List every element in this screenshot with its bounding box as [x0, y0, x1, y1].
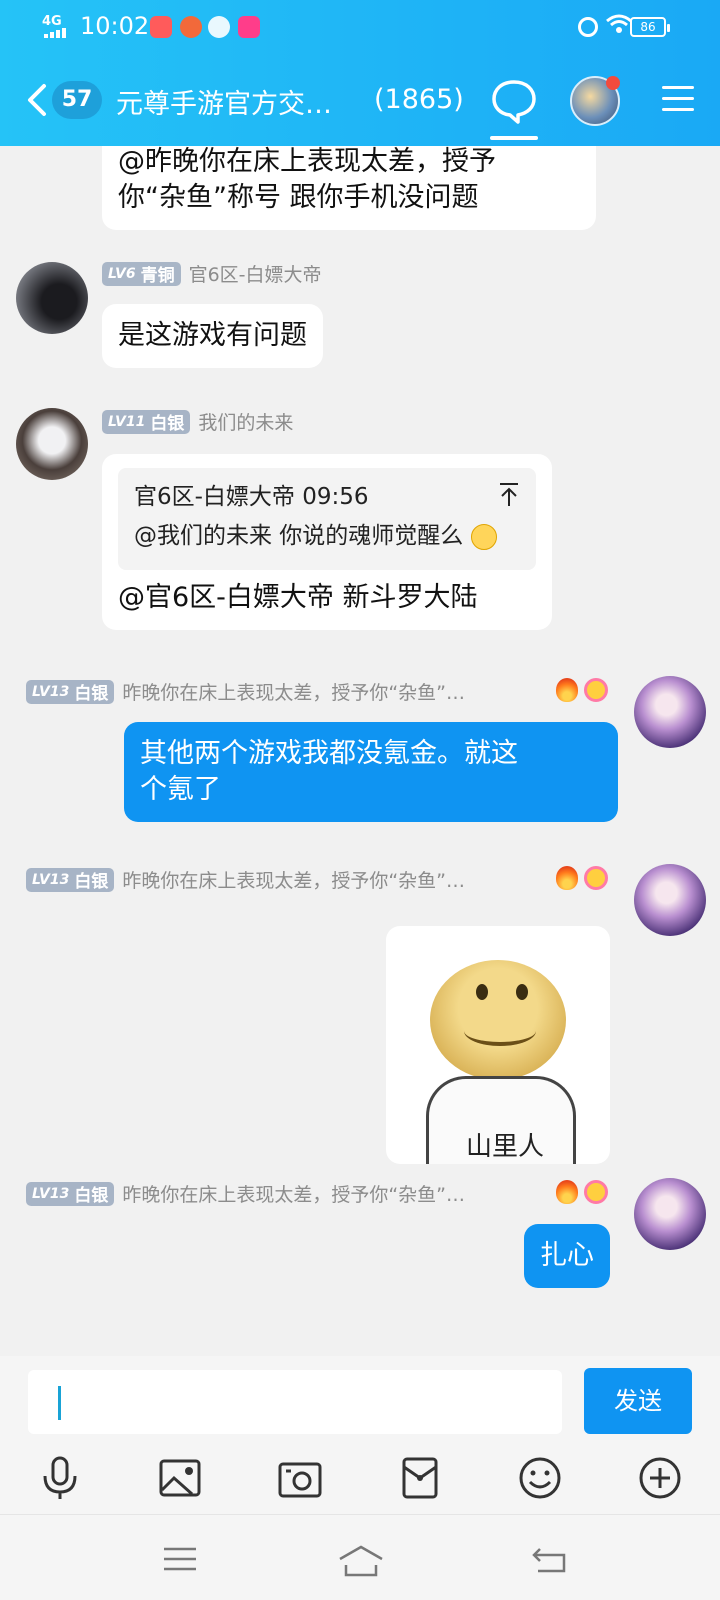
message-text: 是这游戏有问题 — [118, 320, 307, 351]
text-caret — [58, 1386, 61, 1420]
sender-title: 昨晚你在床上表现太差，授予你“杂鱼”… — [122, 1184, 465, 1206]
menu-icon[interactable] — [160, 1541, 200, 1577]
signal-icon — [44, 28, 66, 38]
back-icon[interactable] — [530, 1541, 570, 1577]
alarm-icon — [578, 17, 598, 37]
avatar[interactable] — [634, 676, 706, 748]
chat-bubble-icon — [492, 80, 536, 124]
message-list[interactable]: @昨晚你在床上表现太差，授予 你“杂鱼”称号 跟你手机没问题 LV6 青铜 官6区… — [0, 146, 720, 1356]
message-meta: LV13 白银 昨晚你在床上表现太差，授予你“杂鱼”… — [26, 866, 465, 893]
plus-icon[interactable] — [636, 1454, 684, 1502]
quote-author-time: 官6区-白嫖大帝 09:56 — [134, 484, 369, 510]
sender-name[interactable]: 我们的未来 — [198, 408, 293, 435]
message-text: 个氪了 — [140, 774, 221, 805]
message-meta: LV13 白银 昨晚你在床上表现太差，授予你“杂鱼”… — [26, 678, 465, 705]
fire-badge-icon — [556, 866, 578, 890]
rank-label: 白银 — [74, 872, 109, 892]
menu-line — [662, 86, 694, 89]
wifi-icon — [606, 14, 632, 33]
message-meta: LV11 白银 我们的未来 — [102, 408, 293, 435]
smile-badge-icon — [584, 678, 608, 702]
avatar[interactable] — [634, 1178, 706, 1250]
level-badge: LV13 白银 — [26, 867, 115, 892]
sender-title: 昨晚你在床上表现太差，授予你“杂鱼”… — [122, 682, 465, 704]
chat-tab-button[interactable] — [488, 76, 540, 140]
jump-to-original-icon[interactable] — [498, 482, 520, 508]
group-title[interactable]: 元尊手游官方交… — [116, 82, 332, 121]
red-packet-icon[interactable] — [396, 1454, 444, 1502]
battery-indicator: 86 — [630, 17, 670, 37]
message-text: 其他两个游戏我都没氪金。就这 — [140, 738, 518, 769]
group-avatar[interactable] — [570, 76, 620, 126]
member-count: (1865) — [374, 84, 464, 115]
menu-line — [662, 97, 694, 100]
avatar[interactable] — [634, 864, 706, 936]
grin-emoji-icon — [470, 523, 497, 550]
message-bubble-own[interactable]: 其他两个游戏我都没氪金。就这 个氪了 — [124, 722, 618, 822]
message-bubble-own[interactable]: 扎心 — [524, 1224, 610, 1288]
message-text: @昨晚你在床上表现太差，授予 — [118, 146, 496, 177]
message-meta: LV13 白银 昨晚你在床上表现太差，授予你“杂鱼”… — [26, 1180, 465, 1207]
message-input[interactable] — [28, 1370, 562, 1434]
image-icon[interactable] — [156, 1454, 204, 1502]
level-number: LV13 — [32, 871, 70, 888]
fire-badge-icon — [556, 678, 578, 702]
level-badge: LV6 青铜 — [102, 261, 181, 286]
camera-icon[interactable] — [276, 1454, 324, 1502]
quote-text: @我们的未来 你说的魂师觉醒么 — [134, 523, 464, 549]
active-tab-indicator — [490, 136, 538, 140]
rank-label: 白银 — [74, 1186, 109, 1206]
status-time: 10:02 — [80, 12, 150, 40]
sender-name[interactable]: 官6区-白嫖大帝 — [189, 260, 322, 287]
message-meta: LV6 青铜 官6区-白嫖大帝 — [102, 260, 322, 287]
rank-label: 白银 — [74, 684, 109, 704]
sticker-eye — [476, 984, 488, 1000]
message-text: 扎心 — [540, 1240, 594, 1271]
avatar[interactable] — [16, 262, 88, 334]
app-notification-icon — [150, 16, 172, 38]
send-button[interactable]: 发送 — [584, 1368, 692, 1434]
app-notification-icon — [180, 16, 202, 38]
app-notification-icon — [238, 16, 260, 38]
message-bubble[interactable]: @昨晚你在床上表现太差，授予 你“杂鱼”称号 跟你手机没问题 — [102, 146, 596, 230]
level-badge: LV11 白银 — [102, 409, 191, 434]
level-number: LV13 — [32, 683, 70, 700]
fire-badge-icon — [556, 1180, 578, 1204]
home-icon[interactable] — [336, 1541, 386, 1577]
message-text: 你“杂鱼”称号 跟你手机没问题 — [118, 182, 479, 213]
rank-label: 白银 — [150, 414, 185, 434]
level-badge: LV13 白银 — [26, 1181, 115, 1206]
rank-label: 青铜 — [140, 266, 175, 286]
level-number: LV11 — [108, 413, 146, 430]
level-badge: LV13 白银 — [26, 679, 115, 704]
message-text: @官6区-白嫖大帝 新斗罗大陆 — [118, 582, 478, 613]
smile-badge-icon — [584, 866, 608, 890]
chat-navbar: 57 元尊手游官方交… (1865) — [0, 66, 720, 140]
sticker-image[interactable]: 山里人 — [386, 926, 610, 1164]
level-number: LV13 — [32, 1185, 70, 1202]
app-notification-icon — [208, 16, 230, 38]
menu-button[interactable] — [662, 86, 694, 114]
menu-line — [662, 108, 694, 111]
microphone-icon[interactable] — [36, 1454, 84, 1502]
avatar[interactable] — [16, 408, 88, 480]
quoted-message[interactable]: 官6区-白嫖大帝 09:56 @我们的未来 你说的魂师觉醒么 — [118, 468, 536, 570]
level-number: LV6 — [108, 265, 136, 282]
toolbar — [0, 1448, 720, 1508]
sticker-caption: 山里人 — [466, 1132, 545, 1162]
sender-title: 昨晚你在床上表现太差，授予你“杂鱼”… — [122, 870, 465, 892]
sticker-eye — [516, 984, 528, 1000]
notification-dot — [606, 76, 620, 90]
status-bar: 4G 10:02 86 — [0, 0, 720, 56]
network-type: 4G — [42, 14, 62, 29]
sticker-mouth — [464, 1016, 536, 1046]
input-area: 发送 — [0, 1356, 720, 1514]
system-navigation-bar — [0, 1514, 720, 1600]
unread-count-badge[interactable]: 57 — [52, 81, 102, 119]
header-bar: 4G 10:02 86 57 元尊手游官方交… (1865) — [0, 0, 720, 146]
message-bubble[interactable]: 官6区-白嫖大帝 09:56 @我们的未来 你说的魂师觉醒么 @官6区-白嫖大帝… — [102, 454, 552, 630]
smile-badge-icon — [584, 1180, 608, 1204]
emoji-icon[interactable] — [516, 1454, 564, 1502]
message-bubble[interactable]: 是这游戏有问题 — [102, 304, 323, 368]
